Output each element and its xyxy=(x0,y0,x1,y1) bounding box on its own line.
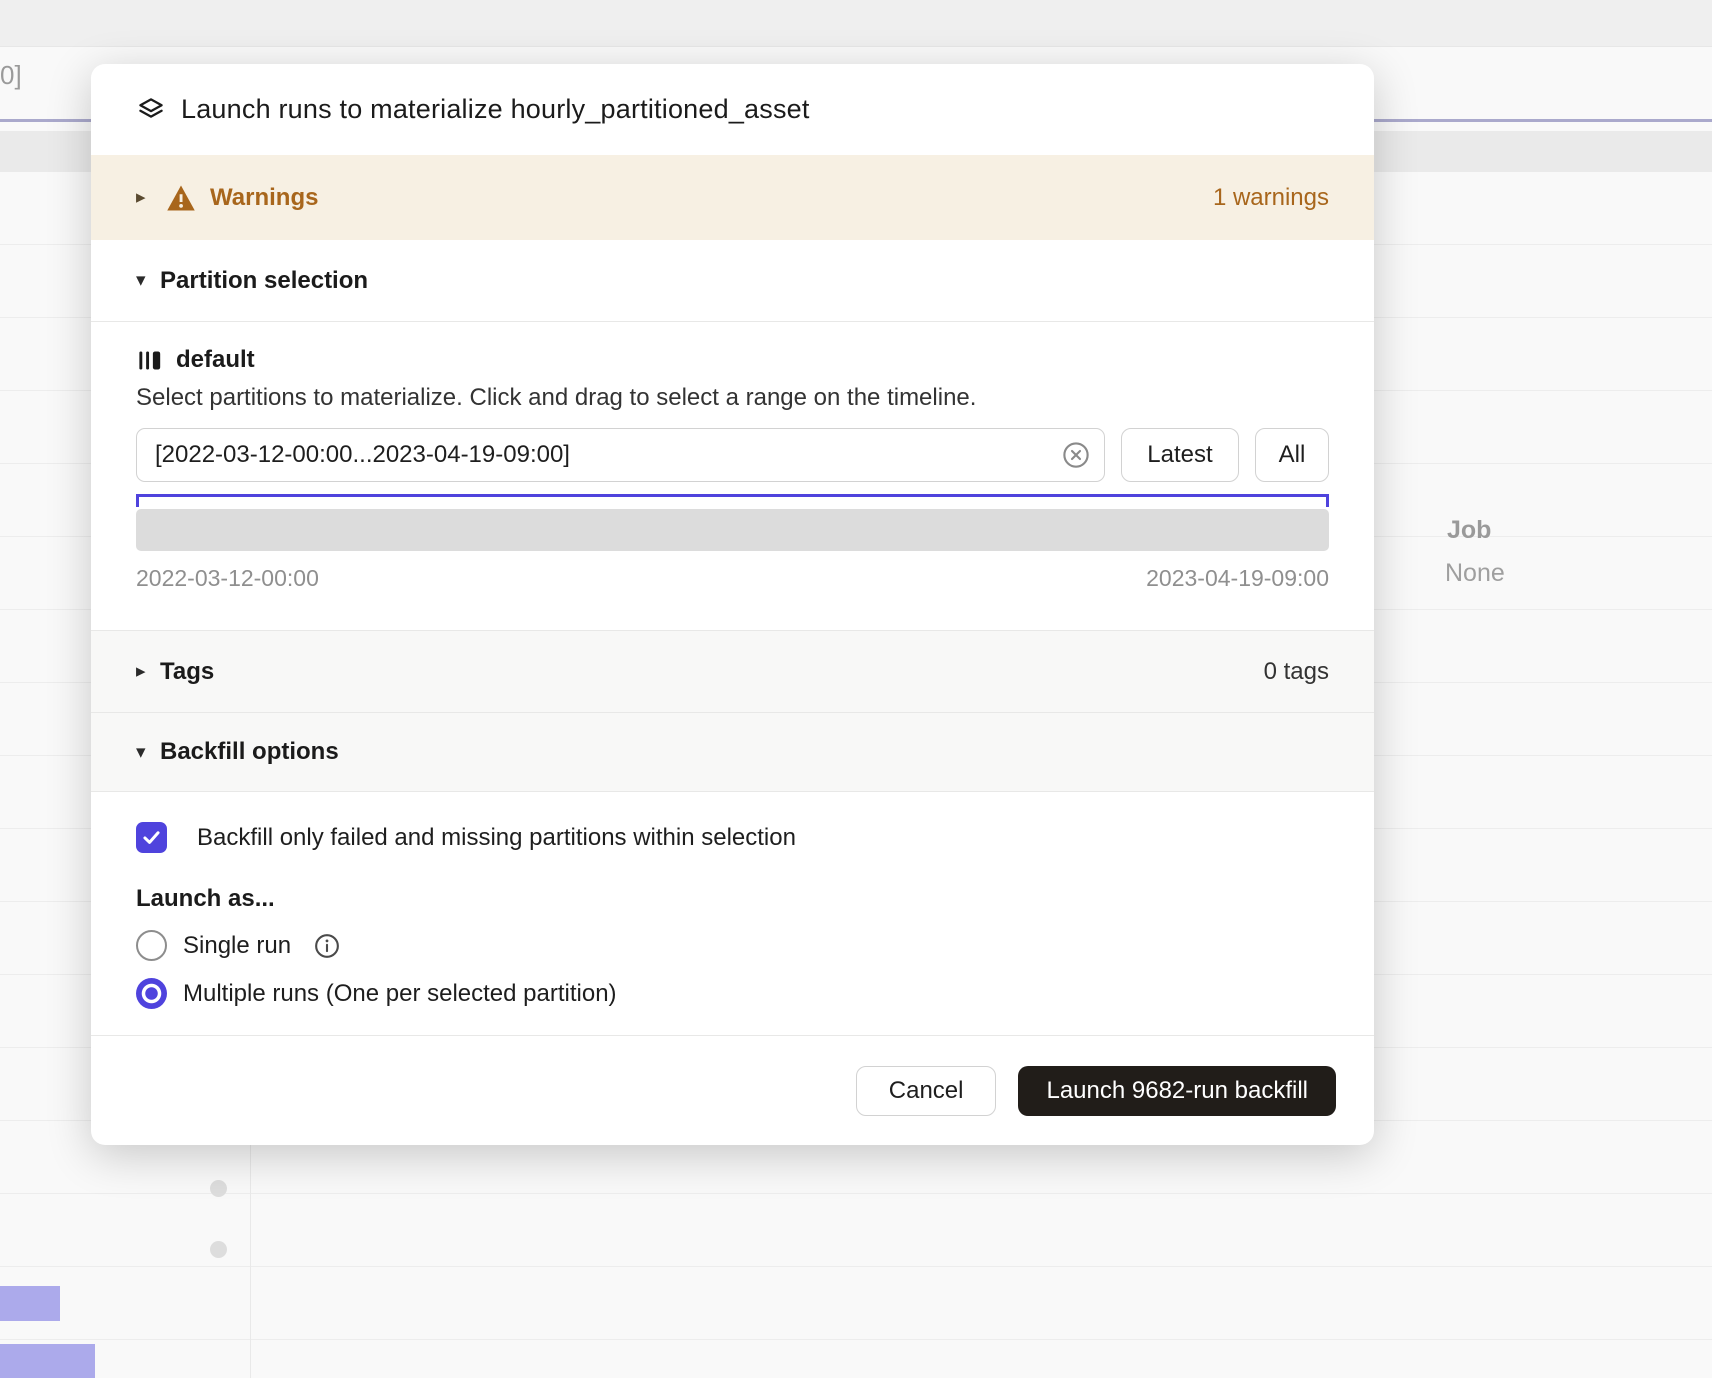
warnings-count: 1 warnings xyxy=(1213,184,1329,212)
dialog-footer: Cancel Launch 9682-run backfill xyxy=(91,1035,1374,1145)
clear-selection-icon[interactable] xyxy=(1061,440,1091,470)
range-start-label: 2022-03-12-00:00 xyxy=(136,565,319,592)
multiple-runs-option[interactable]: Multiple runs (One per selected partitio… xyxy=(136,978,1329,1009)
partition-description: Select partitions to materialize. Click … xyxy=(136,384,1329,412)
chevron-down-icon[interactable]: ▾ xyxy=(136,741,160,764)
single-run-label: Single run xyxy=(183,932,291,960)
partition-range-input[interactable] xyxy=(136,428,1105,482)
radio-checked-icon[interactable] xyxy=(136,978,167,1009)
all-button[interactable]: All xyxy=(1255,428,1329,482)
multiple-runs-label: Multiple runs (One per selected partitio… xyxy=(183,980,617,1008)
launch-backfill-dialog: Launch runs to materialize hourly_partit… xyxy=(91,64,1374,1145)
info-icon[interactable] xyxy=(313,932,341,960)
launch-backfill-button[interactable]: Launch 9682-run backfill xyxy=(1018,1066,1336,1116)
latest-button[interactable]: Latest xyxy=(1121,428,1239,482)
checkbox-checked-icon[interactable] xyxy=(136,822,167,853)
dimension-name: default xyxy=(176,346,255,374)
tags-count: 0 tags xyxy=(1264,658,1329,686)
tags-label: Tags xyxy=(160,658,214,686)
radio-unchecked-icon[interactable] xyxy=(136,930,167,961)
backfill-options-header[interactable]: ▾ Backfill options xyxy=(91,713,1374,792)
backfill-options-body: Backfill only failed and missing partiti… xyxy=(91,792,1374,1035)
timeline-date-labels: 2022-03-12-00:00 2023-04-19-09:00 xyxy=(136,565,1329,630)
backfill-options-label: Backfill options xyxy=(160,738,339,766)
single-run-option[interactable]: Single run xyxy=(136,930,1329,961)
partition-timeline[interactable] xyxy=(136,509,1329,551)
dimension-row: default xyxy=(136,346,1329,374)
dialog-title: Launch runs to materialize hourly_partit… xyxy=(181,94,810,125)
screen: 0] Job None xyxy=(0,0,1712,1378)
partition-range-input-wrap xyxy=(136,428,1105,482)
launch-as-label: Launch as... xyxy=(136,885,1329,913)
backfill-only-failed-label: Backfill only failed and missing partiti… xyxy=(197,824,796,852)
partition-selection-header[interactable]: ▾ Partition selection xyxy=(91,240,1374,322)
chevron-right-icon[interactable]: ▸ xyxy=(136,660,160,683)
partition-selection-body: default Select partitions to materialize… xyxy=(91,322,1374,630)
cancel-button[interactable]: Cancel xyxy=(856,1066,997,1116)
warning-triangle-icon xyxy=(166,184,196,212)
partition-set-icon xyxy=(136,347,163,374)
warnings-label: Warnings xyxy=(210,184,318,212)
warnings-section-header[interactable]: ▸ Warnings 1 warnings xyxy=(91,155,1374,240)
chevron-right-icon[interactable]: ▸ xyxy=(136,186,160,209)
tags-section-header[interactable]: ▸ Tags 0 tags xyxy=(91,630,1374,713)
range-end-label: 2023-04-19-09:00 xyxy=(1146,565,1329,592)
chevron-down-icon[interactable]: ▾ xyxy=(136,269,160,292)
materialize-layers-icon xyxy=(136,95,166,125)
backfill-only-failed-row[interactable]: Backfill only failed and missing partiti… xyxy=(136,822,1329,853)
dialog-header: Launch runs to materialize hourly_partit… xyxy=(91,64,1374,155)
selected-range-indicator xyxy=(136,494,1329,507)
partition-controls: Latest All xyxy=(136,428,1329,482)
partition-selection-label: Partition selection xyxy=(160,267,368,295)
